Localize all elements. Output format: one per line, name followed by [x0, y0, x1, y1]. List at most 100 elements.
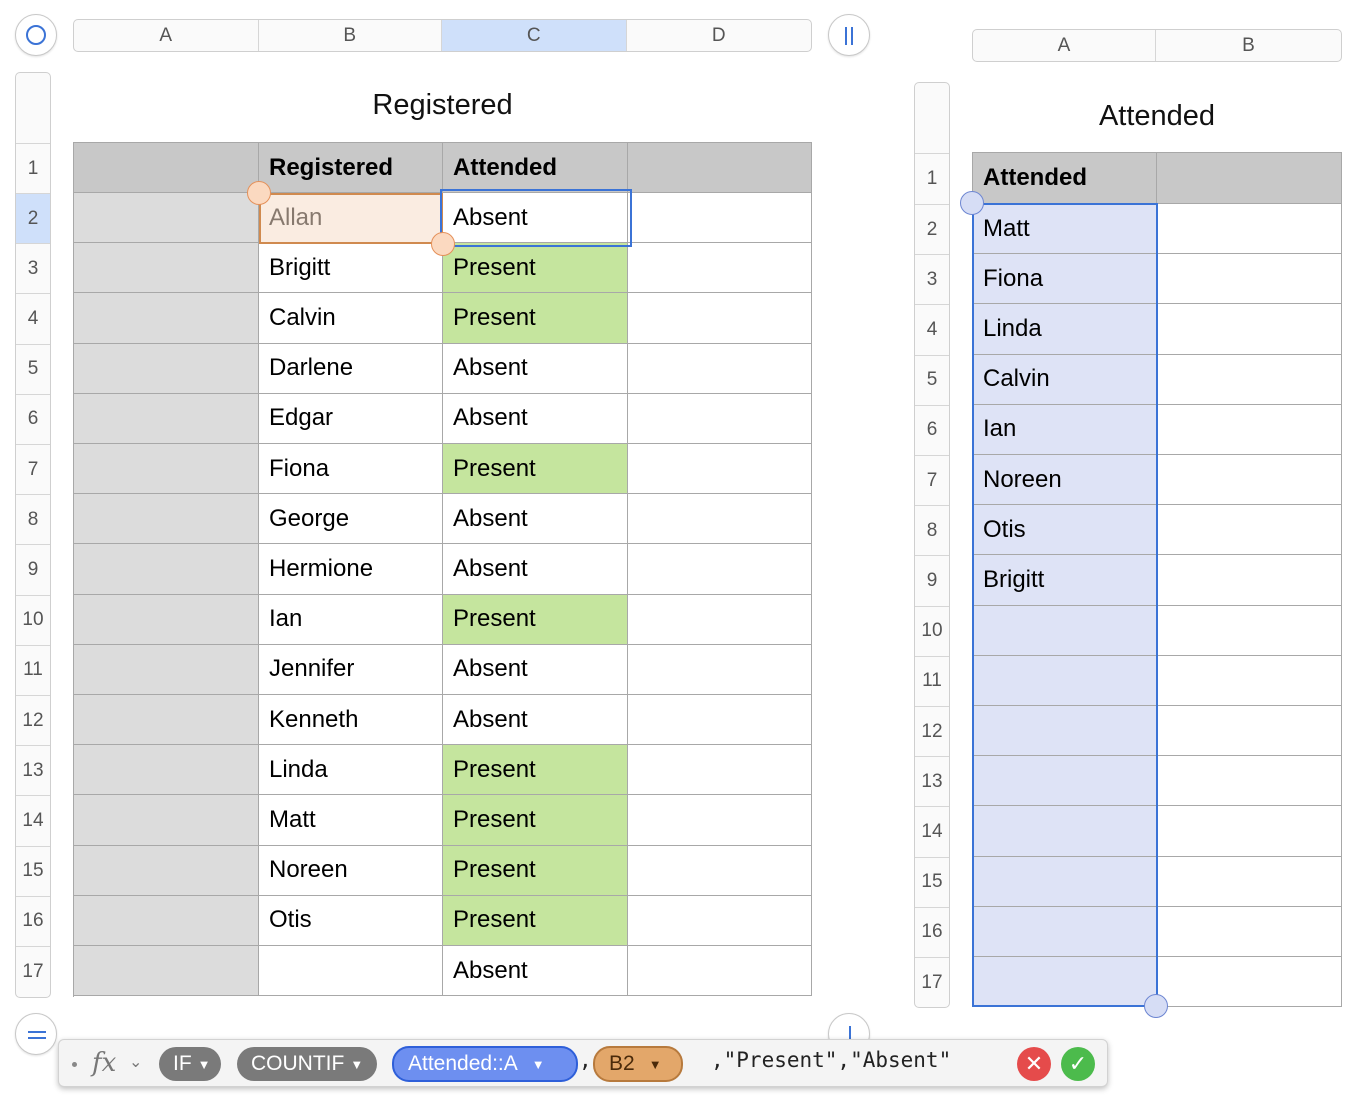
empty-cell[interactable]: [1157, 756, 1342, 807]
attended-name-cell[interactable]: Linda: [973, 304, 1157, 355]
left-row-label-cell[interactable]: [74, 845, 259, 896]
registered-name-cell[interactable]: Allan: [259, 193, 443, 244]
right-row-header-17[interactable]: 17: [915, 957, 949, 1007]
chevron-down-icon[interactable]: ⌄: [129, 1052, 142, 1072]
attended-name-cell[interactable]: [973, 957, 1157, 1008]
left-header-cell-0[interactable]: [74, 143, 259, 193]
formula-editor[interactable]: fx ⌄ IF ▼ COUNTIF ▼ Attended::A ▼ , B2 ▼ ,"P…: [58, 1039, 1108, 1087]
attended-name-cell[interactable]: [973, 906, 1157, 957]
left-row-label-cell[interactable]: [74, 343, 259, 394]
empty-cell[interactable]: [628, 845, 812, 896]
empty-cell[interactable]: [1157, 204, 1342, 255]
registered-name-cell[interactable]: Noreen: [259, 845, 443, 896]
left-column-header-c[interactable]: C: [442, 20, 627, 51]
left-row-label-cell[interactable]: [74, 193, 259, 244]
left-row-header-5[interactable]: 5: [16, 343, 50, 394]
registered-name-cell[interactable]: Calvin: [259, 293, 443, 344]
empty-cell[interactable]: [628, 293, 812, 344]
accept-formula-button[interactable]: ✓: [1061, 1047, 1095, 1081]
left-row-header-4[interactable]: 4: [16, 293, 50, 343]
left-column-header-b[interactable]: B: [259, 20, 442, 51]
right-row-header-13[interactable]: 13: [915, 756, 949, 806]
left-row-header-2[interactable]: 2: [16, 193, 50, 244]
left-row-label-cell[interactable]: [74, 795, 259, 846]
left-header-cell-3[interactable]: [628, 143, 812, 193]
right-row-header-14[interactable]: 14: [915, 806, 949, 856]
attendance-status-cell[interactable]: Absent: [443, 946, 628, 997]
empty-cell[interactable]: [628, 795, 812, 846]
right-row-header-15[interactable]: 15: [915, 856, 949, 907]
left-row-header-9[interactable]: 9: [16, 544, 50, 594]
cancel-formula-button[interactable]: ✕: [1017, 1047, 1051, 1081]
empty-cell[interactable]: [628, 494, 812, 545]
left-row-header-10[interactable]: 10: [16, 594, 50, 645]
empty-cell[interactable]: [1157, 605, 1342, 656]
registered-name-cell[interactable]: Darlene: [259, 343, 443, 394]
attendance-status-cell[interactable]: Present: [443, 845, 628, 896]
empty-cell[interactable]: [628, 193, 812, 244]
empty-cell[interactable]: [628, 644, 812, 695]
empty-cell[interactable]: [1157, 906, 1342, 957]
empty-cell[interactable]: [1157, 455, 1342, 506]
left-row-label-cell[interactable]: [74, 895, 259, 946]
empty-cell[interactable]: [1157, 505, 1342, 556]
left-row-label-cell[interactable]: [74, 594, 259, 645]
left-row-header-12[interactable]: 12: [16, 695, 50, 745]
registered-name-cell[interactable]: Ian: [259, 594, 443, 645]
attendance-status-cell[interactable]: Absent: [443, 494, 628, 545]
left-row-label-cell[interactable]: [74, 946, 259, 997]
attendance-status-cell[interactable]: Absent: [443, 644, 628, 695]
registered-name-cell[interactable]: Kenneth: [259, 695, 443, 746]
left-row-label-cell[interactable]: [74, 444, 259, 495]
attendance-status-cell[interactable]: Absent: [443, 544, 628, 595]
function-token-countif[interactable]: COUNTIF ▼: [237, 1047, 377, 1081]
attendance-status-cell[interactable]: Present: [443, 293, 628, 344]
left-row-label-cell[interactable]: [74, 695, 259, 746]
attendance-status-cell[interactable]: Absent: [443, 393, 628, 444]
attended-name-cell[interactable]: Otis: [973, 505, 1157, 556]
attended-name-cell[interactable]: Fiona: [973, 254, 1157, 305]
right-column-header-a[interactable]: A: [973, 30, 1157, 61]
attended-name-cell[interactable]: Ian: [973, 404, 1157, 455]
left-row-header-17[interactable]: 17: [16, 946, 50, 996]
function-token-if[interactable]: IF ▼: [159, 1047, 221, 1081]
right-row-header-12[interactable]: 12: [915, 706, 949, 756]
range-resize-handle[interactable]: [1144, 994, 1168, 1018]
registered-name-cell[interactable]: Otis: [259, 895, 443, 946]
right-row-header-1[interactable]: 1: [915, 153, 949, 204]
empty-cell[interactable]: [1157, 254, 1342, 305]
left-column-header-d[interactable]: D: [627, 20, 812, 51]
attended-name-cell[interactable]: Noreen: [973, 455, 1157, 506]
left-row-label-cell[interactable]: [74, 544, 259, 595]
attendance-status-cell[interactable]: Present: [443, 795, 628, 846]
empty-cell[interactable]: [628, 745, 812, 796]
empty-cell[interactable]: [1157, 706, 1342, 757]
left-row-label-cell[interactable]: [74, 243, 259, 294]
left-row-header-7[interactable]: 7: [16, 444, 50, 494]
attended-name-cell[interactable]: Matt: [973, 204, 1157, 255]
empty-cell[interactable]: [1157, 404, 1342, 455]
attended-name-cell[interactable]: [973, 856, 1157, 907]
registered-name-cell[interactable]: Linda: [259, 745, 443, 796]
empty-cell[interactable]: [1157, 655, 1342, 706]
reference-token-b2[interactable]: B2 ▼: [593, 1046, 683, 1082]
add-column-button[interactable]: [828, 14, 870, 56]
right-header-cell-1[interactable]: [1157, 153, 1342, 204]
attendance-status-cell[interactable]: Absent: [443, 343, 628, 394]
right-row-header-10[interactable]: 10: [915, 605, 949, 656]
right-row-header-9[interactable]: 9: [915, 555, 949, 605]
drag-handle-icon[interactable]: [72, 1062, 77, 1067]
left-row-header-3[interactable]: 3: [16, 243, 50, 293]
left-header-cell-2[interactable]: Attended: [443, 143, 628, 193]
empty-cell[interactable]: [1157, 856, 1342, 907]
empty-cell[interactable]: [628, 444, 812, 495]
empty-cell[interactable]: [1157, 354, 1342, 405]
registered-name-cell[interactable]: Fiona: [259, 444, 443, 495]
left-row-header-6[interactable]: 6: [16, 393, 50, 444]
attended-name-cell[interactable]: Brigitt: [973, 555, 1157, 606]
right-row-header-7[interactable]: 7: [915, 455, 949, 505]
attendance-status-cell[interactable]: Present: [443, 895, 628, 946]
add-row-button[interactable]: [15, 1013, 57, 1055]
attended-name-cell[interactable]: [973, 706, 1157, 757]
attendance-status-cell[interactable]: Present: [443, 444, 628, 495]
